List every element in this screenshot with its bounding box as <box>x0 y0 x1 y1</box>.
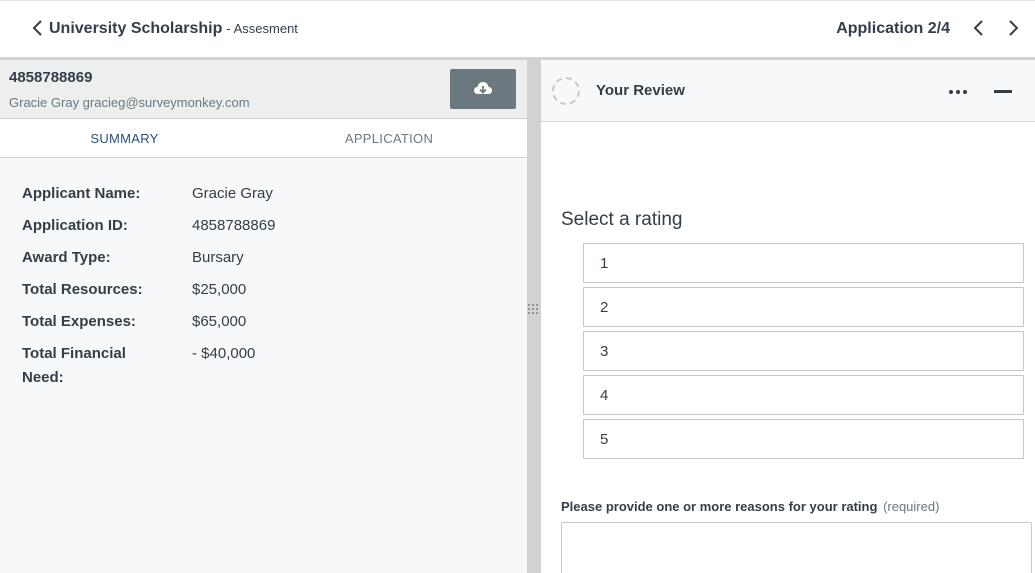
rating-option-5[interactable]: 5 <box>583 419 1024 459</box>
chevron-left-icon <box>973 20 983 36</box>
rating-option-3[interactable]: 3 <box>583 331 1024 371</box>
summary-label: Total Financial Need: <box>22 345 126 386</box>
summary-value: $65,000 <box>192 313 247 330</box>
review-status-icon <box>552 77 580 105</box>
reason-label-text: Please provide one or more reasons for y… <box>561 499 878 514</box>
application-counter: Application 2/4 <box>836 20 950 37</box>
cloud-download-icon <box>474 82 492 94</box>
summary-label: Applicant Name: <box>22 185 141 202</box>
rating-option-2[interactable]: 2 <box>583 287 1024 327</box>
panel-splitter[interactable] <box>527 58 541 573</box>
tab-application[interactable]: APPLICATION <box>264 119 514 158</box>
more-options-button[interactable] <box>945 80 971 104</box>
applicant-id: 4858788869 <box>9 69 93 86</box>
chevron-right-icon <box>1009 20 1019 36</box>
more-horizontal-icon <box>949 90 967 94</box>
review-header: Your Review <box>541 58 1035 122</box>
top-bar: University Scholarship - Assesment Applic… <box>0 0 1035 58</box>
required-marker: (required) <box>883 499 940 514</box>
summary-label: Application ID: <box>22 217 128 234</box>
previous-application-button[interactable] <box>967 16 989 40</box>
summary-value: $25,000 <box>192 281 247 298</box>
applicant-header: 4858788869 Gracie Gray gracieg@surveymon… <box>0 58 527 119</box>
summary-value: 4858788869 <box>192 217 276 234</box>
minimize-button[interactable] <box>991 80 1015 104</box>
tab-summary[interactable]: SUMMARY <box>0 119 249 158</box>
panel-tabs: SUMMARY APPLICATION <box>0 119 527 158</box>
summary-label: Award Type: <box>22 249 111 266</box>
rating-prompt: Select a rating <box>561 209 683 230</box>
drag-handle-icon[interactable] <box>527 302 541 318</box>
summary-value: Bursary <box>192 249 244 266</box>
download-button[interactable] <box>450 69 516 109</box>
rating-option-4[interactable]: 4 <box>583 375 1024 415</box>
page-subtitle: - Assesment <box>226 21 298 36</box>
page-title: University Scholarship - Assesment <box>49 20 298 38</box>
rating-option-1[interactable]: 1 <box>583 243 1024 283</box>
applicant-panel: 4858788869 Gracie Gray gracieg@surveymon… <box>0 58 527 573</box>
survey-title: University Scholarship <box>49 20 223 37</box>
chevron-left-icon <box>32 20 42 36</box>
summary-label: Total Resources: <box>22 281 143 298</box>
reason-label: Please provide one or more reasons for y… <box>561 499 939 514</box>
applicant-contact: Gracie Gray gracieg@surveymonkey.com <box>9 95 250 110</box>
next-application-button[interactable] <box>1003 16 1025 40</box>
summary-value: Gracie Gray <box>192 185 273 202</box>
reason-textarea[interactable] <box>561 522 1032 573</box>
review-title: Your Review <box>596 82 685 99</box>
back-button[interactable] <box>29 17 45 39</box>
review-panel: Your Review Select a rating 1 2 3 4 5 Pl… <box>541 58 1035 573</box>
minus-icon <box>994 90 1012 93</box>
summary-value: - $40,000 <box>192 345 256 362</box>
summary-label: Total Expenses: <box>22 313 136 330</box>
